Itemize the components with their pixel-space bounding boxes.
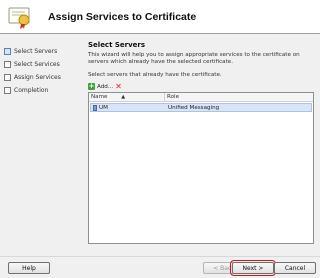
step-label: Select Servers <box>14 48 58 55</box>
add-button-label: Add... <box>97 83 114 90</box>
server-icon <box>93 105 97 111</box>
step-checkbox-icon <box>4 61 11 68</box>
step-assign-services: Assign Services <box>4 72 76 83</box>
wizard-window: Assign Services to Certificate Select Se… <box>0 0 320 278</box>
content-panel: Select Servers This wizard will help you… <box>82 38 318 254</box>
help-button[interactable]: Help <box>8 262 50 274</box>
step-completion: Completion <box>4 85 76 96</box>
step-label: Completion <box>14 87 49 94</box>
step-select-services: Select Services <box>4 59 76 70</box>
row-name-cell: UM <box>93 104 108 112</box>
servers-list[interactable]: Name ▲ Role UM Unified Messaging <box>88 92 314 244</box>
remove-icon[interactable]: ✕ <box>115 82 122 91</box>
step-checkbox-icon <box>4 48 11 55</box>
wizard-steps-nav: Select Servers Select Services Assign Se… <box>0 35 78 255</box>
list-toolbar: + Add... ✕ <box>88 82 122 91</box>
wizard-title: Assign Services to Certificate <box>48 11 197 23</box>
add-button[interactable]: + Add... <box>88 83 113 90</box>
certificate-wizard-icon <box>8 7 30 29</box>
step-checkbox-icon <box>4 74 11 81</box>
table-row[interactable]: UM Unified Messaging <box>90 103 312 112</box>
wizard-header: Assign Services to Certificate <box>0 0 320 34</box>
cancel-button[interactable]: Cancel <box>274 262 316 274</box>
sort-up-icon: ▲ <box>121 94 126 100</box>
page-description: This wizard will help you to assign appr… <box>88 52 300 65</box>
column-header-name[interactable]: Name ▲ <box>91 93 165 102</box>
list-instruction: Select servers that already have the cer… <box>88 72 222 78</box>
column-header-role[interactable]: Role <box>167 93 313 102</box>
step-checkbox-icon <box>4 87 11 94</box>
plus-icon: + <box>88 82 95 90</box>
step-label: Select Services <box>14 61 60 68</box>
step-label: Assign Services <box>14 74 61 81</box>
next-button[interactable]: Next > <box>230 260 276 276</box>
wizard-footer: Help < Back Next > Cancel <box>0 256 320 278</box>
list-header: Name ▲ Role <box>89 93 313 102</box>
page-title: Select Servers <box>88 41 146 49</box>
row-role-cell: Unified Messaging <box>168 105 220 111</box>
step-select-servers: Select Servers <box>4 46 76 57</box>
